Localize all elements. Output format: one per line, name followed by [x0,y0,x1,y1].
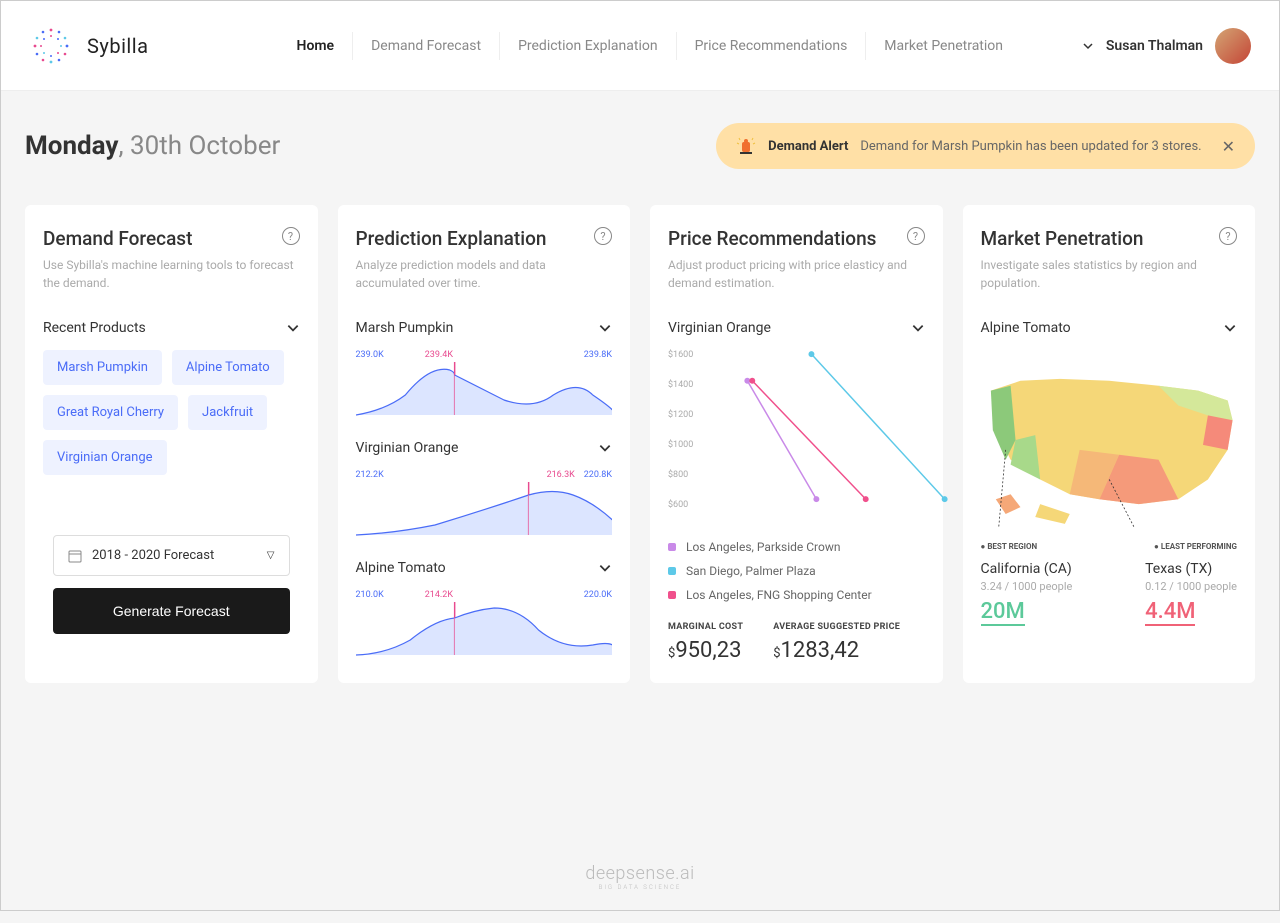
triangle-down-icon: ▽ [267,550,275,561]
alert-text: Demand for Marsh Pumpkin has been update… [860,139,1201,154]
alert-title: Demand Alert [768,139,848,154]
card-desc: Analyze prediction models and data accum… [356,256,613,292]
avatar [1215,28,1251,64]
chevron-down-icon[interactable] [598,441,612,455]
page-date: Monday, 30th October [25,131,280,161]
chip-marsh-pumpkin[interactable]: Marsh Pumpkin [43,350,162,385]
card-demand-forecast: ? Demand Forecast Use Sybilla's machine … [25,205,318,683]
marginal-cost-value: $950,23 [668,638,743,663]
card-title: Market Penetration [981,227,1238,250]
help-icon[interactable]: ? [1219,227,1237,245]
chevron-down-icon[interactable] [1223,321,1237,335]
user-menu[interactable]: Susan Thalman [1082,28,1251,64]
nav-price-recommendations[interactable]: Price Recommendations [677,32,867,60]
pred-item-name: Marsh Pumpkin [356,320,454,336]
worst-region-label: LEAST PERFORMING [1154,542,1237,551]
best-region-stat: 20M [981,599,1025,626]
chevron-down-icon[interactable] [286,321,300,335]
calendar-icon [68,549,82,563]
nav-prediction-explanation[interactable]: Prediction Explanation [500,32,677,60]
avg-price-value: $1283,42 [773,638,900,663]
price-legend: Los Angeles, Parkside Crown San Diego, P… [668,540,925,602]
mini-chart-alpine-tomato: 210.0K214.2K220.0K [356,590,613,662]
help-icon[interactable]: ? [907,227,925,245]
price-product: Virginian Orange [668,320,771,336]
logo[interactable]: Sybilla [29,24,149,68]
worst-region-sub: 0.12 / 1000 people [1145,580,1237,593]
generate-forecast-button[interactable]: Generate Forecast [53,588,290,634]
card-price-recommendations: ? Price Recommendations Adjust product p… [650,205,943,683]
chip-virginian-orange[interactable]: Virginian Orange [43,440,167,475]
chevron-down-icon[interactable] [598,561,612,575]
chip-jackfruit[interactable]: Jackfruit [188,395,267,430]
nav-home[interactable]: Home [279,32,354,60]
card-desc: Investigate sales statistics by region a… [981,256,1238,292]
chevron-down-icon[interactable] [598,321,612,335]
alert-icon [736,136,756,156]
worst-region-name: Texas (TX) [1145,561,1237,577]
us-map [981,350,1238,530]
alert-close-button[interactable]: ✕ [1222,137,1235,156]
mini-chart-virginian-orange: 212.2K216.3K220.8K [356,470,613,542]
card-prediction-explanation: ? Prediction Explanation Analyze predict… [338,205,631,683]
recent-products-label: Recent Products [43,320,146,336]
chevron-down-icon[interactable] [911,321,925,335]
avg-price-label: AVERAGE SUGGESTED PRICE [773,622,900,632]
forecast-range-select[interactable]: 2018 - 2020 Forecast ▽ [53,535,290,576]
card-desc: Adjust product pricing with price elasti… [668,256,925,292]
help-icon[interactable]: ? [282,227,300,245]
mini-chart-marsh-pumpkin: 239.0K239.4K239.8K [356,350,613,422]
chip-alpine-tomato[interactable]: Alpine Tomato [172,350,284,385]
card-market-penetration: ? Market Penetration Investigate sales s… [963,205,1256,683]
marginal-cost-label: MARGINAL COST [668,622,743,632]
price-chart: $1600 $1400 $1200 $1000 $800 $600 [668,350,925,530]
nav-demand-forecast[interactable]: Demand Forecast [353,32,500,60]
nav-market-penetration[interactable]: Market Penetration [866,32,1021,60]
card-title: Prediction Explanation [356,227,613,250]
market-product: Alpine Tomato [981,320,1071,336]
best-region-label: BEST REGION [981,542,1038,551]
chip-great-royal-cherry[interactable]: Great Royal Cherry [43,395,178,430]
product-chips: Marsh Pumpkin Alpine Tomato Great Royal … [43,350,300,475]
chevron-down-icon [1082,40,1094,52]
demand-alert: Demand Alert Demand for Marsh Pumpkin ha… [716,123,1255,169]
best-region-sub: 3.24 / 1000 people [981,580,1073,593]
card-title: Price Recommendations [668,227,925,250]
brand-name: Sybilla [87,34,149,58]
user-name: Susan Thalman [1106,38,1203,54]
main-nav: Home Demand Forecast Prediction Explanat… [279,32,1021,60]
card-title: Demand Forecast [43,227,300,250]
pred-item-name: Virginian Orange [356,440,459,456]
footer-brand: deepsense.ai BIG DATA SCIENCE [25,863,1255,891]
pred-item-name: Alpine Tomato [356,560,446,576]
worst-region-stat: 4.4M [1145,599,1195,626]
card-desc: Use Sybilla's machine learning tools to … [43,256,300,292]
logo-icon [29,24,73,68]
help-icon[interactable]: ? [594,227,612,245]
best-region-name: California (CA) [981,561,1073,577]
